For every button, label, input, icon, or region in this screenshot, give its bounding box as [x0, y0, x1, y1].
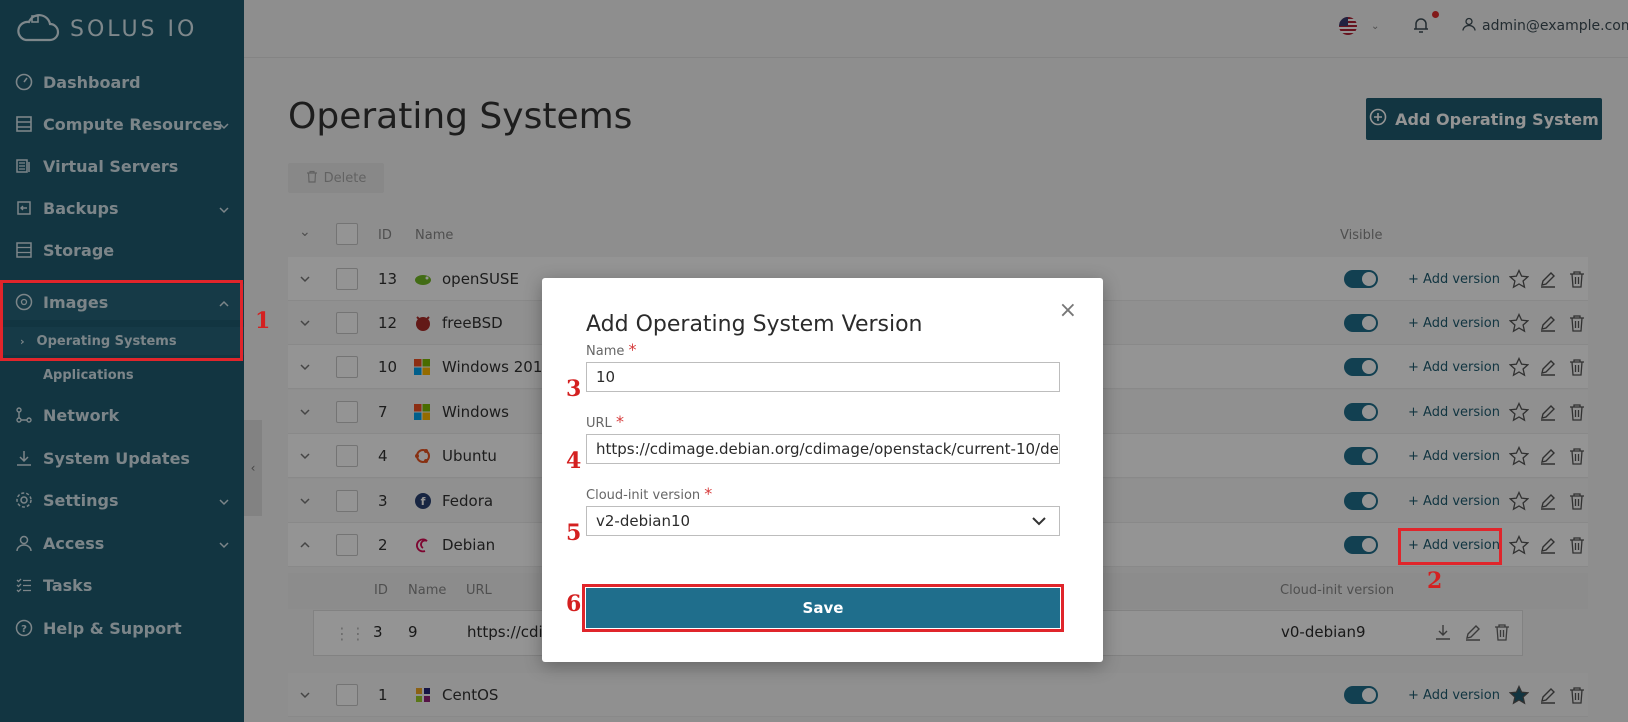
step-marker-2: 2	[1427, 568, 1443, 594]
step-marker-5: 5	[566, 520, 582, 546]
name-field[interactable]: 10	[586, 362, 1060, 392]
cloud-init-value: v2-debian10	[596, 512, 691, 530]
save-button[interactable]: Save	[582, 584, 1064, 632]
add-os-version-modal: Add Operating System Version × Name * 10…	[542, 278, 1103, 662]
cloud-init-select[interactable]: v2-debian10	[586, 506, 1060, 536]
modal-title: Add Operating System Version	[586, 312, 923, 337]
name-label: Name *	[586, 340, 637, 359]
step-marker-1: 1	[255, 308, 271, 334]
close-icon[interactable]: ×	[1059, 298, 1077, 323]
url-label: URL *	[586, 412, 624, 431]
step-marker-3: 3	[566, 376, 582, 402]
step-marker-4: 4	[566, 448, 582, 474]
chevron-down-icon	[1031, 514, 1047, 532]
highlight-images-menu	[0, 280, 243, 361]
step-marker-6: 6	[566, 591, 582, 617]
url-field[interactable]: https://cdimage.debian.org/cdimage/opens…	[586, 434, 1060, 464]
highlight-add-version	[1398, 528, 1502, 565]
cloud-init-label: Cloud-init version *	[586, 484, 713, 503]
